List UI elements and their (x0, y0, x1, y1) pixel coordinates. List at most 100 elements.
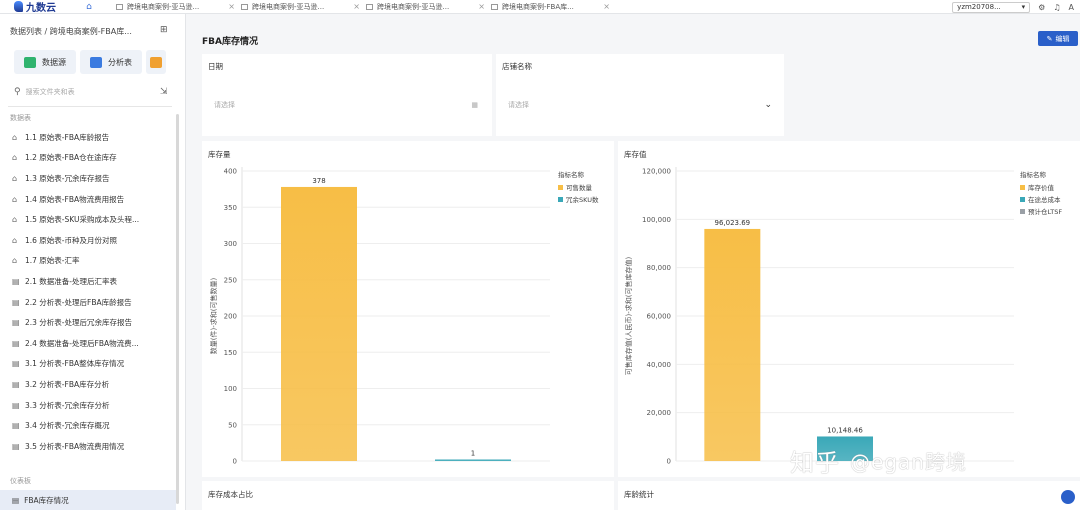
y-axis-title: 数量(件)-求和(可售数量) (209, 278, 218, 355)
sidebar-item-label: 3.2 分析表-FBA库存分析 (25, 379, 110, 389)
app-name: 九数云 (26, 3, 56, 14)
sidebar-item[interactable]: ⌂ 1.7 原始表-汇率 (0, 251, 180, 272)
source-table-icon: ⌂ (12, 235, 18, 245)
y-tick-label: 20,000 (647, 409, 672, 417)
sidebar-item[interactable]: ▤ 2.4 数据准备-处理后FBA物流费... (0, 333, 180, 354)
date-placeholder: 请选择 (214, 101, 235, 109)
close-icon[interactable]: × (603, 2, 610, 11)
analysis-table-icon: ▤ (12, 276, 20, 286)
sidebar-item[interactable]: ▤ 3.4 分析表-冗余库存概况 (0, 415, 180, 436)
sidebar-item-label: 3.3 分析表-冗余库存分析 (25, 400, 110, 410)
sidebar-item[interactable]: ⌂ 1.3 原始表-冗余库存报告 (0, 168, 180, 189)
y-tick-label: 60,000 (647, 313, 672, 321)
date-filter: 日期 请选择 ▦ (202, 54, 492, 136)
help-button[interactable] (1061, 490, 1075, 504)
data-label: 1 (471, 450, 475, 458)
close-icon[interactable]: × (353, 2, 360, 11)
sidebar-item[interactable]: ▤ 2.1 数据准备-处理后汇率表 (0, 271, 180, 292)
settings-icon[interactable]: ⚙ (1038, 3, 1045, 12)
tab-label: 跨境电商案例-亚马逊... (377, 2, 450, 11)
y-tick-label: 40,000 (647, 361, 672, 369)
close-icon[interactable]: × (478, 2, 485, 11)
bar-chart: 0 50 100 150 200 250 300 350 400 数量(件)-求和(可售数量) 37… (209, 167, 550, 466)
date-filter-label: 日期 (208, 62, 223, 71)
calendar-icon: ▦ (471, 101, 478, 109)
sidebar-item[interactable]: ▤ 3.3 分析表-冗余库存分析 (0, 395, 180, 416)
tab-3[interactable]: 跨境电商案例-亚马逊... × (360, 0, 485, 14)
sidebar-item-label: 2.2 分析表-处理后FBA库龄报告 (25, 297, 132, 307)
sidebar-item[interactable]: ▤ 3.1 分析表-FBA整体库存情况 (0, 354, 180, 375)
user-select[interactable]: yzm20708... ▾ (952, 1, 1031, 13)
close-icon[interactable]: × (228, 2, 235, 11)
legend-item[interactable]: 在途总成本 (1020, 194, 1062, 204)
sidebar-item-label: 3.1 分析表-FBA整体库存情况 (25, 359, 125, 369)
sidebar-item-label: FBA库存情况 (24, 495, 69, 505)
home-icon[interactable]: ⌂ (78, 0, 100, 14)
tab-1[interactable]: 跨境电商案例-亚马逊... × (110, 0, 235, 14)
bar-可售数量 (281, 186, 357, 461)
legend-title: 指标名称 (558, 171, 584, 179)
translate-icon[interactable]: A (1069, 3, 1074, 12)
main-area: FBA库存情况 ✎ 编辑 日期 请选择 ▦ 店铺名称 请选择 ⌄ 库存量 0 50… (186, 14, 1080, 510)
sidebar-item[interactable]: ⌂ 1.2 原始表-FBA仓在途库存 (0, 148, 180, 169)
legend-label: 库存价值 (1028, 184, 1054, 192)
sidebar-scrollbar[interactable] (176, 114, 179, 504)
breadcrumb[interactable]: 数据列表 / 跨境电商案例-FBA库... (10, 26, 155, 37)
panel-title: 库存成本占比 (208, 490, 253, 499)
analysis-table-icon: ▤ (12, 379, 20, 389)
collapse-sidebar-icon[interactable]: ⊞ (160, 25, 168, 35)
y-tick-label: 120,000 (642, 168, 671, 176)
legend-item[interactable]: 可售数量 (558, 182, 598, 192)
watermark-handle: @egan跨境 (850, 450, 967, 474)
dashboard-button[interactable] (146, 50, 166, 74)
date-input[interactable]: 请选择 ▦ (208, 96, 484, 114)
source-table-icon: ⌂ (12, 173, 18, 183)
sidebar-item[interactable]: ▤ 2.3 分析表-处理后冗余库存报告 (0, 312, 180, 333)
datasource-icon (24, 56, 36, 68)
analysis-label: 分析表 (108, 57, 132, 67)
source-table-icon: ⌂ (12, 215, 18, 225)
sidebar: 数据列表 / 跨境电商案例-FBA库... ⊞ 数据源 分析表 ⚲ 搜索文件夹和… (0, 14, 186, 510)
tab-2[interactable]: 跨境电商案例-亚马逊... × (235, 0, 360, 14)
data-label: 10,148.46 (827, 426, 863, 434)
sidebar-item[interactable]: ⌂ 1.4 原始表-FBA物流费用报告 (0, 189, 180, 210)
tab-4[interactable]: 跨境电商案例-FBA库... × (485, 0, 610, 14)
dashboard-icon: ▤ (12, 495, 20, 505)
shop-filter-label: 店铺名称 (502, 62, 532, 71)
sidebar-item-label: 1.4 原始表-FBA物流费用报告 (25, 194, 125, 204)
app-logo[interactable]: 九数云 (0, 0, 78, 14)
sidebar-item[interactable]: ▤ 3.5 分析表-FBA物流费用情况 (0, 436, 180, 457)
bell-icon[interactable]: ♫ (1053, 3, 1060, 12)
edit-button[interactable]: ✎ 编辑 (1038, 31, 1078, 46)
sidebar-item-label: 1.1 原始表-FBA库龄报告 (25, 132, 110, 142)
filter-icon[interactable]: ⇲ (160, 87, 168, 97)
sidebar-item[interactable]: ⌂ 1.5 原始表-SKU采购成本及头程... (0, 209, 180, 230)
legend-item[interactable]: 库存价值 (1020, 182, 1062, 192)
legend-label: 在途总成本 (1028, 196, 1061, 204)
sidebar-item[interactable]: ▤ 3.2 分析表-FBA库存分析 (0, 374, 180, 395)
sidebar-item-fba-inventory[interactable]: ▤ FBA库存情况 (0, 490, 176, 510)
y-tick-label: 0 (233, 458, 237, 466)
y-tick-label: 300 (224, 240, 237, 248)
legend-item[interactable]: 冗余SKU数 (558, 194, 598, 204)
search-icon: ⚲ (14, 87, 21, 97)
y-tick-label: 100 (224, 385, 237, 393)
sidebar-item[interactable]: ⌂ 1.6 原始表-币种及月份对照 (0, 230, 180, 251)
table-icon (366, 3, 373, 10)
sidebar-item-label: 3.5 分析表-FBA物流费用情况 (25, 441, 125, 451)
datasource-button[interactable]: 数据源 (14, 50, 76, 74)
table-icon (241, 3, 248, 10)
bar-库存价值 (704, 228, 761, 461)
source-table-icon: ⌂ (12, 132, 18, 142)
analysis-table-icon: ▤ (12, 318, 20, 328)
analysis-table-button[interactable]: 分析表 (80, 50, 142, 74)
shop-select[interactable]: 请选择 ⌄ (502, 96, 778, 114)
sidebar-item[interactable]: ⌂ 1.1 原始表-FBA库龄报告 (0, 127, 180, 148)
sidebar-item[interactable]: ▤ 2.2 分析表-处理后FBA库龄报告 (0, 292, 180, 313)
tab-label: 跨境电商案例-亚马逊... (127, 2, 200, 11)
search-input[interactable]: ⚲ 搜索文件夹和表 (8, 84, 148, 100)
source-table-icon: ⌂ (12, 153, 18, 163)
legend-item[interactable]: 预计仓LTSF (1020, 206, 1062, 216)
page-title: FBA库存情况 (202, 37, 258, 47)
shop-placeholder: 请选择 (508, 101, 529, 109)
